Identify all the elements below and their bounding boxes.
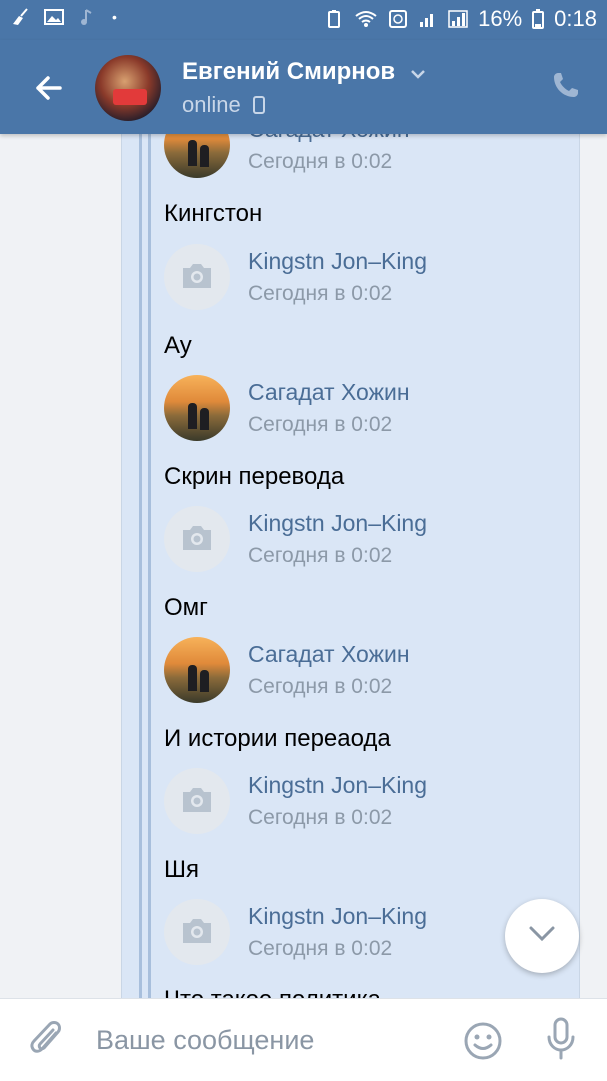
camera-icon: [183, 526, 211, 550]
chevron-down-icon: [410, 70, 425, 79]
message-time: Сегодня в 0:02: [248, 413, 393, 436]
message-text: Шя: [164, 856, 199, 883]
sender-name[interactable]: Сагадат Хожин: [248, 134, 410, 143]
message-text: Кингстон: [164, 200, 263, 227]
camera-icon: [183, 919, 211, 943]
sender-avatar[interactable]: [164, 375, 230, 441]
message-text: И истории переаода: [164, 725, 391, 752]
sender-avatar[interactable]: [164, 768, 230, 834]
message-text: Омг: [164, 594, 208, 621]
message-input[interactable]: Ваше сообщение: [96, 1025, 314, 1056]
chevron-down-icon: [529, 926, 555, 942]
message-text: Что такое политика: [164, 986, 381, 998]
message-list[interactable]: Сагадат Хожин Сегодня в 0:02 Кингстон Ki…: [0, 134, 607, 998]
clock: 0:18: [554, 6, 597, 31]
camera-icon: [183, 788, 211, 812]
camera-icon: [183, 264, 211, 288]
mobile-device-icon: [252, 96, 265, 114]
globe-icon: [389, 10, 408, 28]
status-text: online: [182, 92, 241, 117]
message-time: Сегодня в 0:02: [248, 150, 393, 173]
back-arrow-icon[interactable]: [30, 70, 66, 106]
quote-line: [139, 134, 142, 998]
sender-name[interactable]: Сагадат Хожин: [248, 379, 410, 406]
signal-2-icon: [448, 10, 468, 28]
wifi-icon: [355, 11, 377, 27]
message-time: Сегодня в 0:02: [248, 937, 393, 960]
status-bar: • 16% 0:18: [0, 0, 607, 40]
microphone-icon[interactable]: [545, 1017, 577, 1061]
dot-indicator: •: [112, 9, 117, 25]
message-time: Сегодня в 0:02: [248, 282, 393, 305]
phone-call-icon[interactable]: [551, 70, 581, 100]
sender-name[interactable]: Kingstn Jon–King: [248, 248, 427, 275]
message-composer: Ваше сообщение: [0, 998, 607, 1081]
image-icon: [44, 9, 64, 25]
sender-avatar[interactable]: [164, 899, 230, 965]
emoji-icon[interactable]: [463, 1021, 503, 1061]
attach-icon[interactable]: [30, 1019, 66, 1061]
contact-status: online: [182, 92, 265, 118]
message-text: Скрин перевода: [164, 463, 345, 490]
sender-name[interactable]: Kingstn Jon–King: [248, 510, 427, 537]
scroll-to-bottom-button[interactable]: [505, 899, 579, 973]
message-time: Сегодня в 0:02: [248, 544, 393, 567]
sender-avatar[interactable]: [164, 244, 230, 310]
message-text: Ау: [164, 332, 192, 359]
sender-name[interactable]: Сагадат Хожин: [248, 641, 410, 668]
sender-avatar[interactable]: [164, 506, 230, 572]
contact-name: Евгений Смирнов: [182, 58, 396, 85]
contact-avatar[interactable]: [95, 55, 161, 121]
sender-avatar[interactable]: [164, 637, 230, 703]
music-note-icon: [81, 9, 92, 25]
battery-icon: [532, 9, 545, 29]
sender-name[interactable]: Kingstn Jon–King: [248, 903, 427, 930]
sender-name[interactable]: Kingstn Jon–King: [248, 772, 427, 799]
chat-header: Евгений Смирнов online: [0, 40, 607, 134]
battery-percent: 16%: [478, 6, 523, 31]
contact-name-row[interactable]: Евгений Смирнов: [182, 58, 426, 86]
signal-1-icon: [420, 14, 434, 27]
quote-line-inner: [148, 134, 151, 998]
broom-icon: [13, 8, 28, 25]
message-time: Сегодня в 0:02: [248, 806, 393, 829]
message-time: Сегодня в 0:02: [248, 675, 393, 698]
battery-saver-icon: [328, 10, 341, 28]
